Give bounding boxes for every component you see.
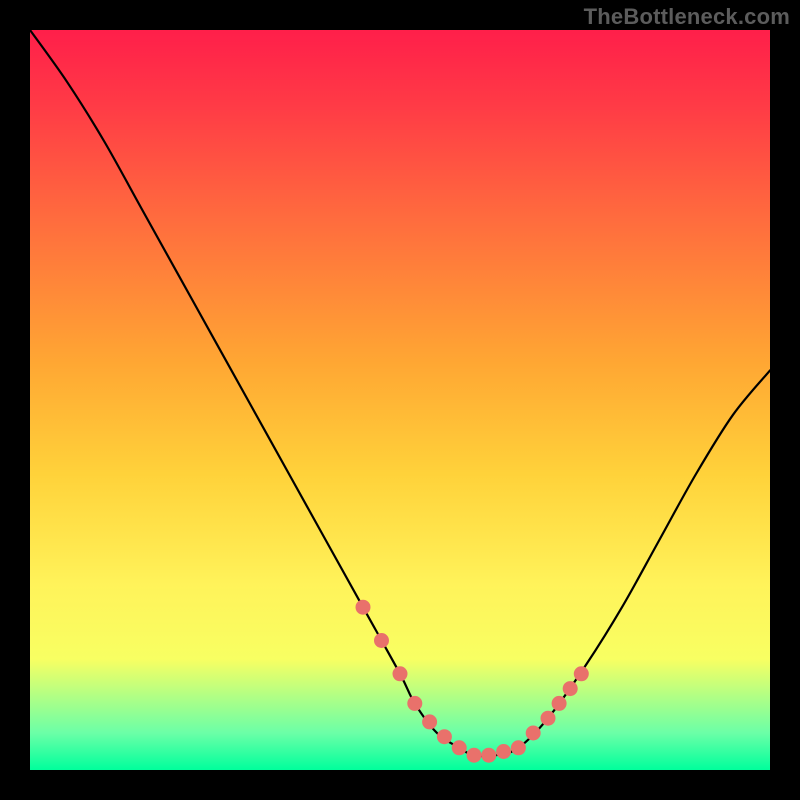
marker-dot <box>407 696 422 711</box>
marker-dot <box>496 744 511 759</box>
marker-dot <box>511 740 526 755</box>
curve-svg <box>30 30 770 770</box>
plot-area <box>30 30 770 770</box>
marker-dot <box>552 696 567 711</box>
marker-dot <box>563 681 578 696</box>
marker-dot <box>467 748 482 763</box>
watermark-text: TheBottleneck.com <box>584 4 790 30</box>
marker-dot <box>356 600 371 615</box>
marker-dot <box>574 666 589 681</box>
chart-frame: TheBottleneck.com <box>0 0 800 800</box>
marker-dot <box>452 740 467 755</box>
sweet-spot-markers <box>356 600 589 763</box>
marker-dot <box>481 748 496 763</box>
marker-dot <box>526 726 541 741</box>
bottleneck-curve <box>30 30 770 756</box>
marker-dot <box>541 711 556 726</box>
marker-dot <box>374 633 389 648</box>
marker-dot <box>422 714 437 729</box>
marker-dot <box>393 666 408 681</box>
marker-dot <box>437 729 452 744</box>
